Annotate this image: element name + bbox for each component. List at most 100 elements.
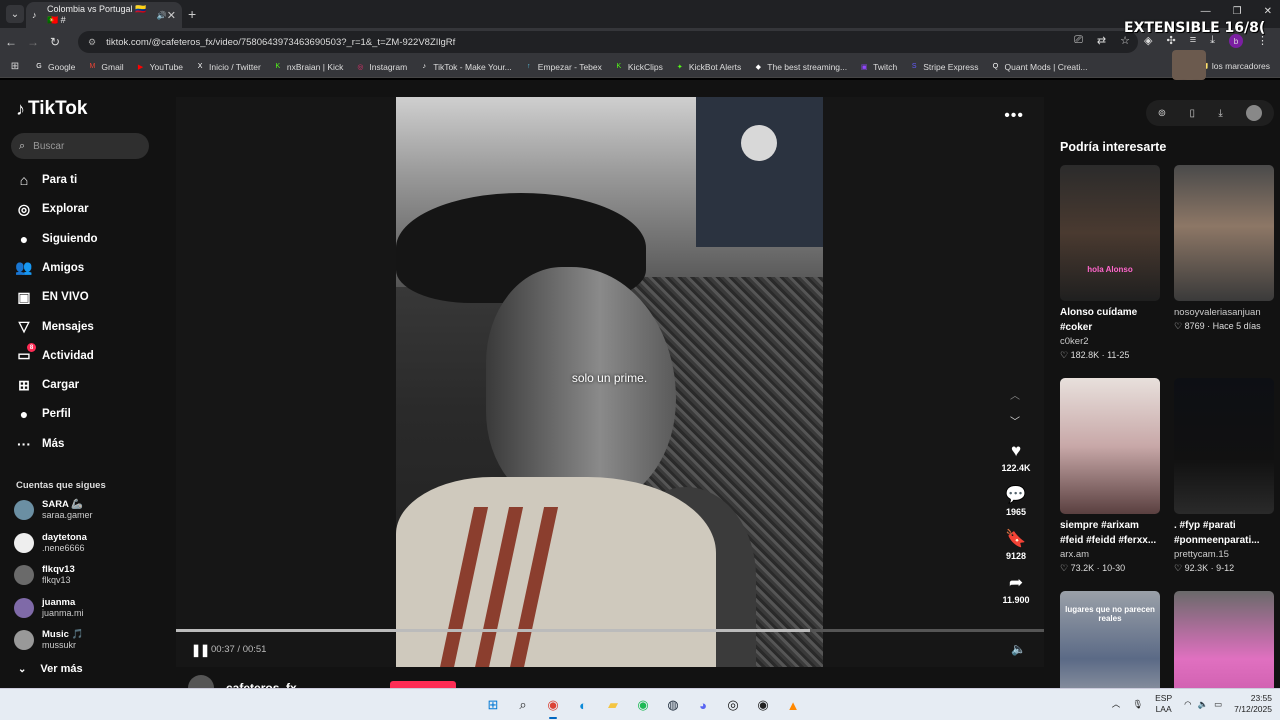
- speaker-icon[interactable]: 🔊: [157, 11, 167, 20]
- sidebar-item-explorar[interactable]: ◎ Explorar: [14, 198, 89, 220]
- author-avatar[interactable]: [188, 675, 214, 688]
- action-share[interactable]: ➦ 11.900: [994, 574, 1038, 606]
- site-info-icon[interactable]: ⚙: [88, 37, 96, 48]
- wifi-icon[interactable]: ◠: [1184, 699, 1191, 710]
- apps-grid-icon[interactable]: ⊞: [4, 61, 26, 72]
- sidebar-item-en-vivo[interactable]: ▣ EN VIVO: [14, 286, 88, 308]
- close-tab-icon[interactable]: ✕: [167, 9, 176, 22]
- maximize-icon[interactable]: ❐: [1233, 6, 1242, 17]
- vlc-icon[interactable]: ▲: [782, 694, 804, 716]
- bookmark-item[interactable]: ▶ YouTube: [136, 62, 183, 72]
- volume-icon[interactable]: 🔈: [1011, 642, 1026, 656]
- spotify-icon[interactable]: ◉: [632, 694, 654, 716]
- extension-icon[interactable]: ◈: [1144, 34, 1152, 48]
- card-author[interactable]: c0ker2: [1060, 336, 1162, 347]
- sidebar-item-actividad[interactable]: ▭ 8 Actividad: [14, 343, 94, 367]
- video-frame[interactable]: solo un prime.: [396, 97, 823, 667]
- bookmark-item[interactable]: X Inicio / Twitter: [195, 62, 261, 72]
- chrome-icon[interactable]: ◉: [542, 694, 564, 719]
- video-progress-bar[interactable]: [176, 629, 1044, 632]
- device-icon[interactable]: ▯: [1190, 108, 1196, 119]
- steam-icon[interactable]: ◍: [662, 694, 684, 716]
- close-window-icon[interactable]: ✕: [1264, 6, 1272, 17]
- video-thumbnail[interactable]: lugares que no parecen reales: [1060, 591, 1160, 688]
- bookmark-item[interactable]: K KickClips: [614, 62, 663, 72]
- sidebar-item-amigos[interactable]: 👥 Amigos: [14, 257, 84, 279]
- recommendation-card[interactable]: siempre #arixam #feid #feidd #ferxx... arx…: [1060, 378, 1162, 574]
- video-thumbnail[interactable]: [1174, 165, 1274, 301]
- bookmark-item[interactable]: KnxBraian | Kick: [273, 62, 344, 72]
- following-account[interactable]: flkqv13 flkqv13: [14, 564, 75, 586]
- discord-icon[interactable]: ◕: [692, 694, 714, 716]
- extensions-puzzle-icon[interactable]: ✣: [1166, 34, 1175, 48]
- comment-icon[interactable]: 💬: [994, 486, 1038, 504]
- sidebar-item-perfil[interactable]: ● Perfil: [14, 403, 71, 425]
- tiktok-logo[interactable]: ♪ TikTok: [16, 98, 87, 120]
- recommendation-card[interactable]: lugares que no parecen reales: [1060, 591, 1162, 688]
- browser-menu-icon[interactable]: ⋮: [1257, 34, 1268, 48]
- video-thumbnail[interactable]: [1174, 378, 1274, 514]
- next-video-icon[interactable]: ﹀: [1010, 413, 1020, 428]
- obs-icon[interactable]: ◉: [752, 694, 774, 716]
- coins-icon[interactable]: ⊚: [1158, 108, 1166, 119]
- tab-search-button[interactable]: ⌄: [6, 5, 24, 23]
- bookmark-item[interactable]: M Gmail: [87, 62, 124, 72]
- bookmark-star-icon[interactable]: ☆: [1120, 34, 1130, 48]
- downloads-icon[interactable]: ⤓: [1210, 34, 1215, 48]
- clock[interactable]: 23:55 7/12/2025: [1234, 693, 1272, 715]
- video-player[interactable]: solo un prime. ••• ︿ ﹀ ♥ 122.4K 💬 1965 🔖 9128…: [176, 97, 1044, 667]
- video-thumbnail[interactable]: hola Alonso: [1060, 165, 1160, 301]
- windows-start-icon[interactable]: ⊞: [482, 694, 504, 716]
- recommendation-card[interactable]: hola Alonso Alonso cuídame #coker c0ker2 ♡ 1…: [1060, 165, 1162, 361]
- translate-icon[interactable]: ⇄: [1097, 34, 1106, 48]
- bookmark-icon[interactable]: 🔖: [994, 530, 1038, 548]
- profile-avatar[interactable]: b: [1229, 34, 1243, 48]
- action-heart[interactable]: ♥ 122.4K: [994, 442, 1038, 474]
- reload-icon[interactable]: ↻: [44, 35, 66, 49]
- action-comment[interactable]: 💬 1965: [994, 486, 1038, 518]
- new-tab-button[interactable]: +: [188, 6, 196, 22]
- bookmark-item[interactable]: G Google: [34, 62, 75, 72]
- browser-tab-active[interactable]: ♪ Colombia vs Portugal 🇨🇴🇵🇹 # 🔊 ✕: [26, 2, 182, 28]
- see-more-button[interactable]: ⌄ Ver más: [18, 663, 83, 675]
- forward-icon[interactable]: →: [22, 35, 44, 49]
- cast-icon[interactable]: ⎚: [1074, 34, 1083, 48]
- speaker-icon[interactable]: 🔈: [1198, 699, 1209, 710]
- bookmark-item[interactable]: ✦ KickBot Alerts: [675, 62, 741, 72]
- bookmark-item[interactable]: ◎ Instagram: [355, 62, 407, 72]
- download-icon[interactable]: ⤓: [1218, 108, 1222, 119]
- bookmark-item[interactable]: S Stripe Express: [909, 62, 979, 72]
- sidebar-item-para-ti[interactable]: ⌂ Para ti: [14, 169, 77, 191]
- search-icon[interactable]: ⌕: [512, 694, 534, 716]
- previous-video-icon[interactable]: ︿: [1010, 387, 1020, 402]
- bookmark-item[interactable]: ↑ Empezar - Tebex: [524, 62, 602, 72]
- tray-overflow-icon[interactable]: ︿: [1112, 698, 1121, 710]
- recommendation-card[interactable]: . #fyp #parati #ponmeenparati... prettycam…: [1174, 378, 1276, 574]
- microphone-icon[interactable]: 🎙: [1132, 699, 1143, 710]
- url-bar[interactable]: ⚙ tiktok.com/@cafeteros_fx/video/7580643…: [78, 31, 1138, 53]
- share-icon[interactable]: ➦: [994, 574, 1038, 592]
- card-author[interactable]: nosoyvaleriasanjuan: [1174, 307, 1276, 318]
- battery-icon[interactable]: ▭: [1214, 699, 1222, 710]
- more-options-icon[interactable]: •••: [1004, 107, 1024, 125]
- action-bookmark[interactable]: 🔖 9128: [994, 530, 1038, 562]
- back-icon[interactable]: ←: [0, 35, 22, 49]
- video-thumbnail[interactable]: [1060, 378, 1160, 514]
- sidebar-item-siguiendo[interactable]: ● Siguiendo: [14, 228, 98, 250]
- bookmark-item[interactable]: ▣ Twitch: [859, 62, 897, 72]
- minimize-icon[interactable]: —: [1201, 6, 1211, 17]
- sidebar-item-cargar[interactable]: ⊞ Cargar: [14, 374, 79, 396]
- user-avatar[interactable]: [1246, 105, 1263, 121]
- recommendation-card[interactable]: nosoyvaleriasanjuan ♡ 8769 · Hace 5 días: [1174, 165, 1276, 332]
- search-input[interactable]: ⌕ Buscar: [11, 133, 149, 159]
- language-indicator[interactable]: ESP LAA: [1155, 693, 1172, 715]
- following-account[interactable]: Music 🎵 mussukr: [14, 629, 83, 651]
- follow-button[interactable]: [390, 681, 456, 688]
- pause-icon[interactable]: ❚❚: [191, 643, 210, 657]
- app-icon[interactable]: ◎: [722, 694, 744, 716]
- bookmark-item[interactable]: ◆ The best streaming...: [753, 62, 848, 72]
- following-account[interactable]: juanma juanma.mi: [14, 597, 84, 619]
- edge-icon[interactable]: ◐: [572, 694, 594, 716]
- recommendation-card[interactable]: [1174, 591, 1276, 688]
- reading-list-icon[interactable]: ≡: [1190, 34, 1196, 48]
